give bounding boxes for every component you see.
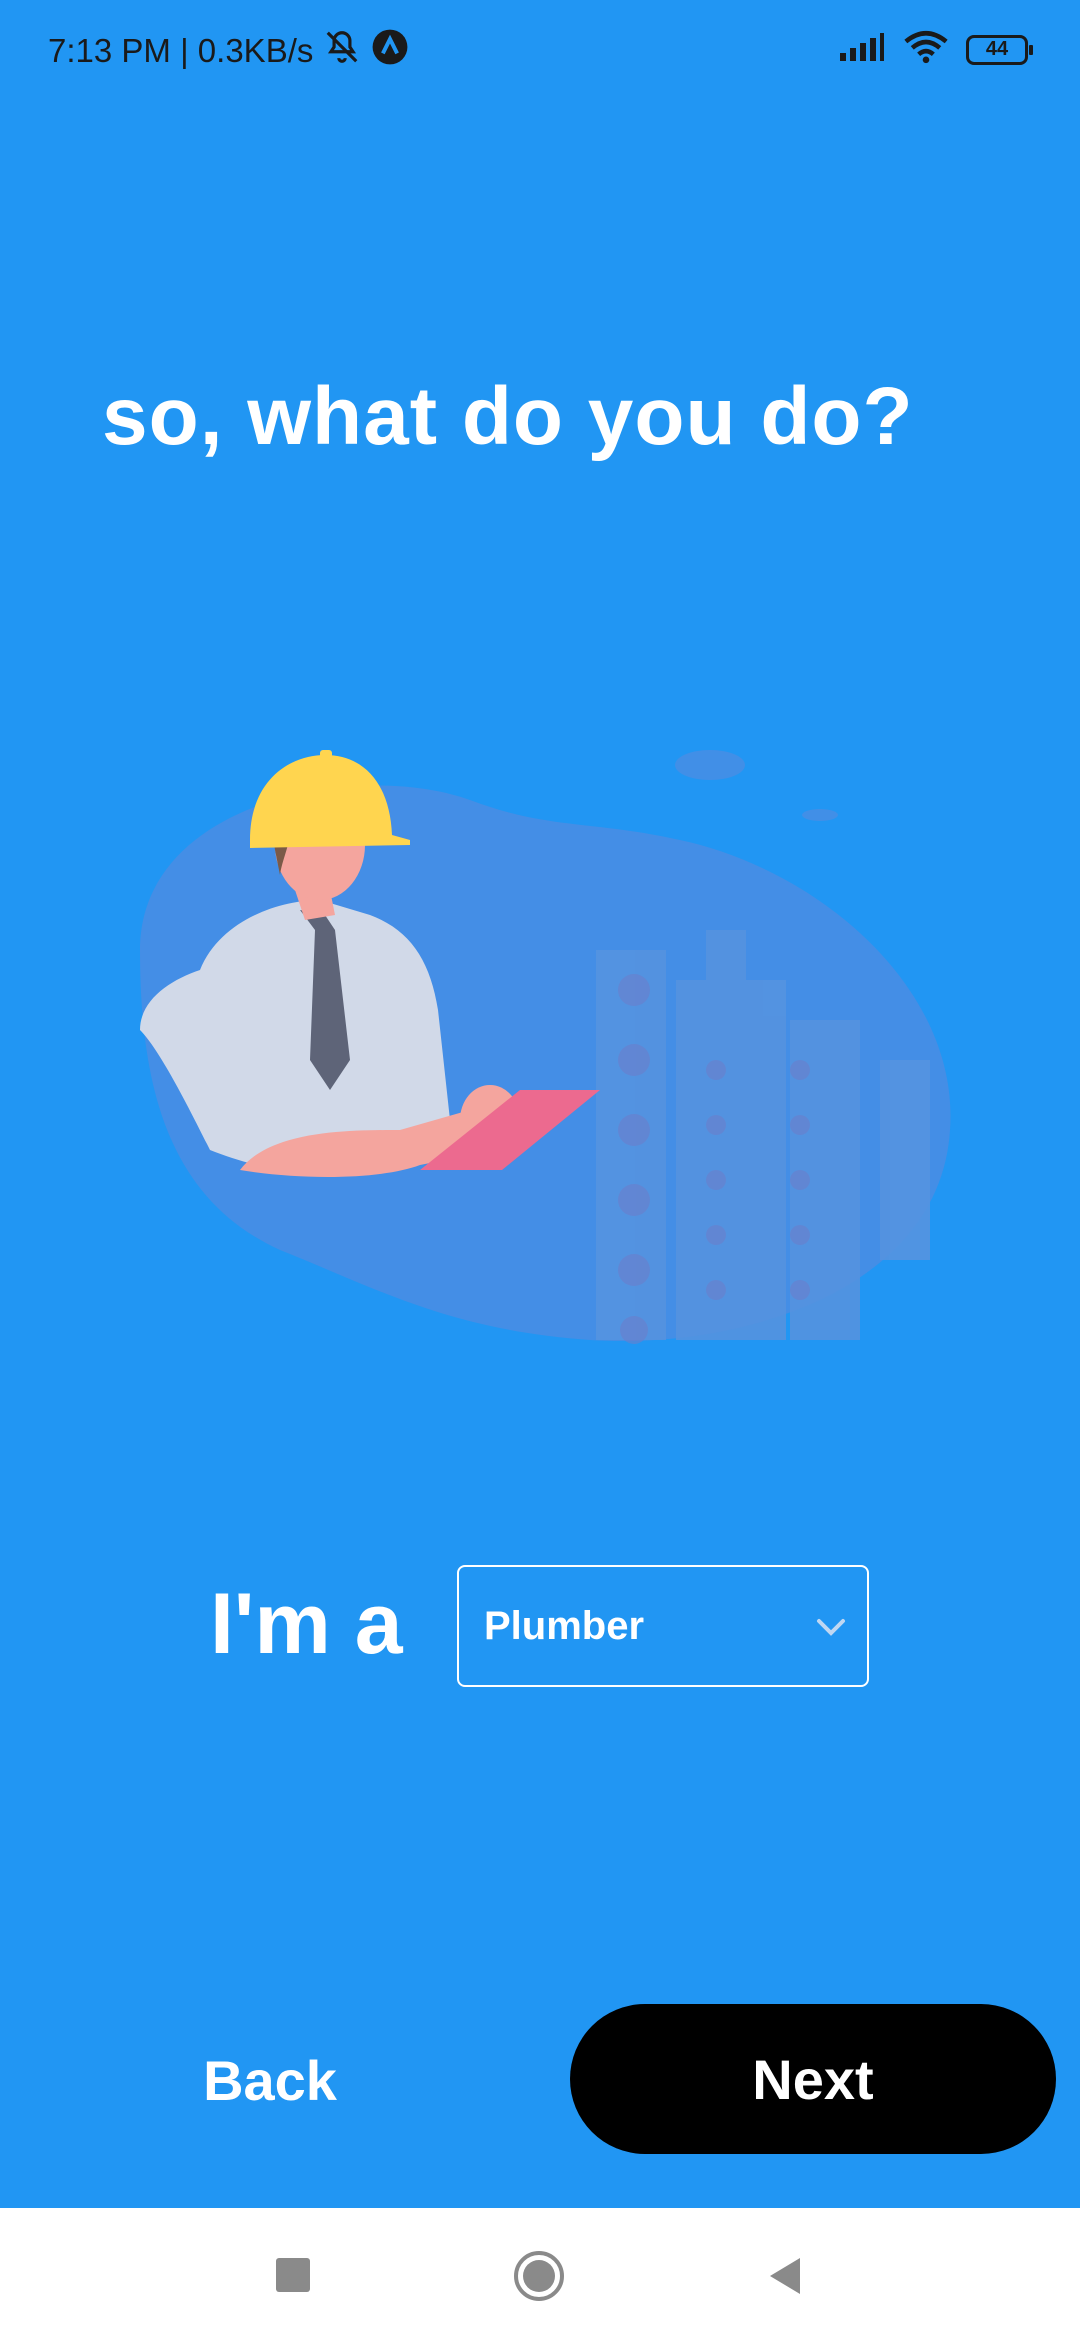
signal-icon xyxy=(838,31,886,68)
battery-icon: 44 xyxy=(966,34,1033,65)
status-bar: 7:13 PM | 0.3KB/s 44 xyxy=(0,0,1080,100)
back-button[interactable]: Back xyxy=(150,2040,390,2120)
page-title: so, what do you do? xyxy=(102,371,914,462)
home-circle-icon[interactable] xyxy=(513,2250,565,2302)
status-right: 44 xyxy=(838,30,1033,69)
next-button[interactable]: Next xyxy=(570,2004,1056,2154)
chevron-down-icon xyxy=(811,1607,851,1647)
battery-level: 44 xyxy=(985,38,1009,60)
back-triangle-icon[interactable] xyxy=(764,2254,804,2298)
wifi-icon xyxy=(904,30,948,69)
worker-with-tablet-illustration xyxy=(120,730,960,1360)
onboarding-screen: 7:13 PM | 0.3KB/s 44 so, what do you do?… xyxy=(0,0,1080,2208)
app-a-icon xyxy=(371,28,409,74)
status-left: 7:13 PM | 0.3KB/s xyxy=(48,28,409,74)
bell-off-icon xyxy=(323,28,361,74)
role-prefix: I'm a xyxy=(210,1576,403,1672)
status-time-speed: 7:13 PM | 0.3KB/s xyxy=(48,32,314,69)
recents-square-icon[interactable] xyxy=(276,2258,310,2292)
role-dropdown[interactable]: Plumber xyxy=(457,1565,869,1687)
role-selected-value: Plumber xyxy=(484,1603,645,1648)
